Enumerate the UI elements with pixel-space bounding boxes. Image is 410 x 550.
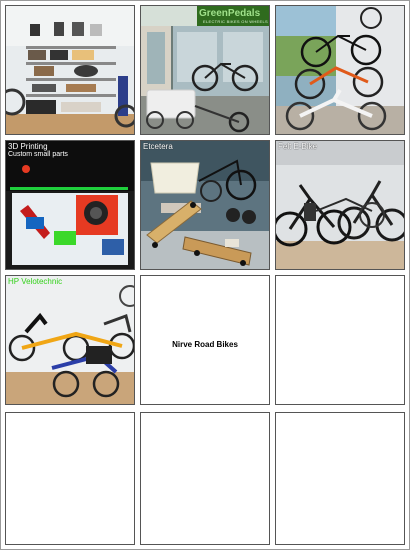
bike-rack-photo (276, 6, 404, 134)
gallery-tile-empty[interactable] (275, 275, 405, 405)
tile-caption: HP Velotechnic (8, 277, 63, 286)
gallery-tile-nirve-road-bikes[interactable]: Nirve Road Bikes (140, 275, 270, 405)
gallery-tile-hp-velotechnic[interactable]: HP Velotechnic (5, 275, 135, 405)
gallery-tile-empty[interactable] (275, 412, 405, 545)
tile-caption: Felt E-Bike (278, 142, 318, 151)
hp-velotechnic-photo (6, 276, 134, 404)
store-sign: GreenPedals (199, 8, 261, 19)
gallery-tile-shop-accessories[interactable] (5, 5, 135, 135)
gallery-tile-empty[interactable] (5, 412, 135, 545)
tile-caption: Nirve Road Bikes (172, 340, 238, 349)
tile-caption: 3D Printing (8, 142, 48, 151)
gallery-tile-empty[interactable] (140, 412, 270, 545)
gallery-tile-felt-e-bike[interactable]: Felt E-Bike (275, 140, 405, 270)
gallery-tile-bike-rack[interactable] (275, 5, 405, 135)
felt-e-bike-photo (276, 141, 404, 269)
store-sign-subtitle: ELECTRIC BIKES ON WHEELS (203, 19, 268, 24)
3d-printing-photo (6, 141, 134, 269)
tile-subcaption: Custom small parts (8, 151, 68, 158)
tile-caption: Etcetera (143, 142, 173, 151)
gallery-tile-3d-printing[interactable]: 3D Printing Custom small parts (5, 140, 135, 270)
etcetera-photo (141, 141, 269, 269)
gallery-tile-storefront[interactable]: GreenPedals ELECTRIC BIKES ON WHEELS (140, 5, 270, 135)
shop-accessories-photo (6, 6, 134, 134)
gallery-tile-etcetera[interactable]: Etcetera (140, 140, 270, 270)
storefront-photo (141, 6, 269, 134)
